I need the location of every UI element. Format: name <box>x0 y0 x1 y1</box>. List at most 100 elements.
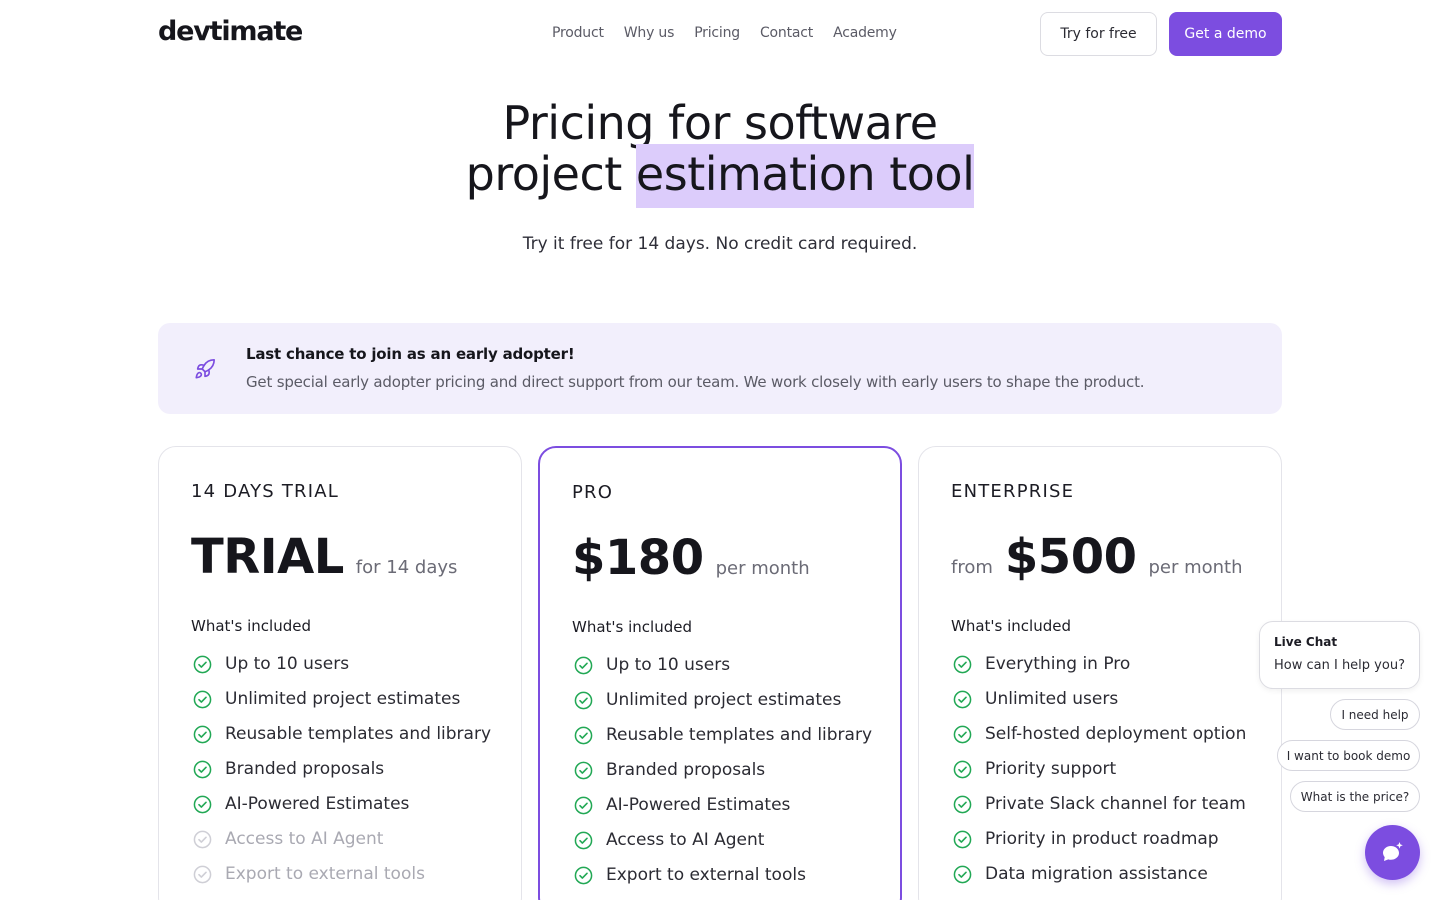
check-circle-icon <box>953 725 972 744</box>
nav-academy[interactable]: Academy <box>833 25 897 41</box>
logo[interactable]: devtimate <box>158 16 303 47</box>
check-circle-icon <box>193 830 212 849</box>
price-prefix: from <box>951 557 993 578</box>
plan-card-trial: 14 DAYS TRIAL TRIAL for 14 days What's i… <box>158 446 522 900</box>
chat-option-book-demo[interactable]: I want to book demo <box>1277 740 1420 771</box>
chat-open-button[interactable] <box>1365 825 1420 880</box>
site-header: devtimate Product Why us Pricing Contact… <box>0 0 1440 68</box>
feature-text: Unlimited project estimates <box>225 689 461 709</box>
feature-item: Unlimited project estimates <box>191 686 491 713</box>
feature-text: Data migration assistance <box>985 864 1208 884</box>
feature-item: AI-Powered Estimates <box>191 791 491 818</box>
plan-period: per month <box>1148 557 1243 578</box>
feature-item: Unlimited users <box>951 686 1251 713</box>
nav-why-us[interactable]: Why us <box>624 25 675 41</box>
main-nav: Product Why us Pricing Contact Academy <box>552 25 917 41</box>
plan-card-enterprise: ENTERPRISE from $500 per month What's in… <box>918 446 1282 900</box>
feature-text: Private Slack channel for team <box>985 794 1246 814</box>
feature-text: Reusable templates and library <box>606 725 873 745</box>
feature-text: Self-hosted deployment option <box>985 724 1247 744</box>
check-circle-icon <box>574 656 593 675</box>
try-for-free-button[interactable]: Try for free <box>1040 12 1157 56</box>
check-circle-icon <box>953 690 972 709</box>
early-adopter-banner: Last chance to join as an early adopter!… <box>158 323 1282 414</box>
feature-item: Export to external tools <box>572 862 872 889</box>
feature-text: Everything in Pro <box>985 654 1131 674</box>
feature-item: Access to AI Agent <box>572 827 872 854</box>
nav-product[interactable]: Product <box>552 25 604 41</box>
check-circle-icon <box>953 830 972 849</box>
feature-item: Private Slack channel for team <box>951 791 1251 818</box>
feature-item: Reusable templates and library <box>191 721 491 748</box>
feature-text: Export to external tools <box>606 865 806 885</box>
price-row: TRIAL for 14 days <box>191 529 457 585</box>
page-title: Pricing for software project estimation … <box>0 96 1440 208</box>
price-row: $180 per month <box>572 530 810 586</box>
check-circle-icon <box>193 795 212 814</box>
feature-text: Access to AI Agent <box>225 829 384 849</box>
chat-title: Live Chat <box>1274 635 1338 649</box>
banner-title: Last chance to join as an early adopter! <box>246 345 575 363</box>
check-circle-icon <box>574 761 593 780</box>
feature-item: Priority in product roadmap <box>951 826 1251 853</box>
feature-list: Up to 10 users Unlimited project estimate… <box>191 651 491 896</box>
feature-text: AI-Powered Estimates <box>225 794 410 814</box>
check-circle-icon <box>193 725 212 744</box>
feature-text: Export to external tools <box>225 864 425 884</box>
feature-text: Up to 10 users <box>225 654 350 674</box>
feature-item: Data migration assistance <box>951 861 1251 888</box>
plan-name: 14 DAYS TRIAL <box>191 481 339 502</box>
nav-contact[interactable]: Contact <box>760 25 813 41</box>
nav-pricing[interactable]: Pricing <box>694 25 740 41</box>
feature-text: Up to 10 users <box>606 655 731 675</box>
title-highlight: estimation tool <box>635 144 975 208</box>
feature-list: Up to 10 users Unlimited project estimate… <box>572 652 872 897</box>
feature-item: Branded proposals <box>572 757 872 784</box>
chat-sparkle-icon <box>1382 841 1403 861</box>
get-a-demo-button[interactable]: Get a demo <box>1169 12 1282 56</box>
feature-list: Everything in Pro Unlimited users Self-hos… <box>951 651 1251 896</box>
feature-text: Branded proposals <box>606 760 766 780</box>
feature-item: AI-Powered Estimates <box>572 792 872 819</box>
feature-text: Unlimited users <box>985 689 1119 709</box>
check-circle-icon <box>193 865 212 884</box>
chat-option-need-help[interactable]: I need help <box>1330 699 1420 730</box>
rocket-icon <box>195 359 215 379</box>
chat-text: How can I help you? <box>1274 658 1405 673</box>
plan-price: TRIAL <box>191 529 344 585</box>
feature-text: AI-Powered Estimates <box>606 795 791 815</box>
plan-period: per month <box>715 558 810 579</box>
feature-text: Priority in product roadmap <box>985 829 1219 849</box>
feature-item: Priority support <box>951 756 1251 783</box>
plan-price: $500 <box>1004 529 1137 585</box>
hero-subtitle: Try it free for 14 days. No credit card … <box>522 234 918 254</box>
check-circle-icon <box>953 795 972 814</box>
plan-card-pro: PRO $180 per month What's included Up to… <box>538 446 902 900</box>
feature-item: Up to 10 users <box>191 651 491 678</box>
check-circle-icon <box>193 655 212 674</box>
feature-item: Up to 10 users <box>572 652 872 679</box>
plan-name: ENTERPRISE <box>951 481 1075 502</box>
plan-price: $180 <box>572 530 704 586</box>
live-chat-bubble[interactable]: Live Chat How can I help you? <box>1259 621 1420 689</box>
plan-period: for 14 days <box>355 557 458 578</box>
title-line-1: Pricing for software <box>502 96 938 150</box>
feature-item: Unlimited project estimates <box>572 687 872 714</box>
chat-option-price[interactable]: What is the price? <box>1290 781 1420 812</box>
feature-item: Export to external tools <box>191 861 491 888</box>
check-circle-icon <box>574 726 593 745</box>
check-circle-icon <box>574 796 593 815</box>
price-row: from $500 per month <box>951 529 1243 585</box>
check-circle-icon <box>953 655 972 674</box>
check-circle-icon <box>193 690 212 709</box>
check-circle-icon <box>574 866 593 885</box>
banner-text: Get special early adopter pricing and di… <box>246 373 1145 391</box>
check-circle-icon <box>574 831 593 850</box>
feature-item: Reusable templates and library <box>572 722 872 749</box>
included-label: What's included <box>572 618 692 636</box>
feature-item: Self-hosted deployment option <box>951 721 1251 748</box>
feature-text: Access to AI Agent <box>606 830 765 850</box>
feature-text: Unlimited project estimates <box>606 690 842 710</box>
feature-item: Branded proposals <box>191 756 491 783</box>
check-circle-icon <box>193 760 212 779</box>
